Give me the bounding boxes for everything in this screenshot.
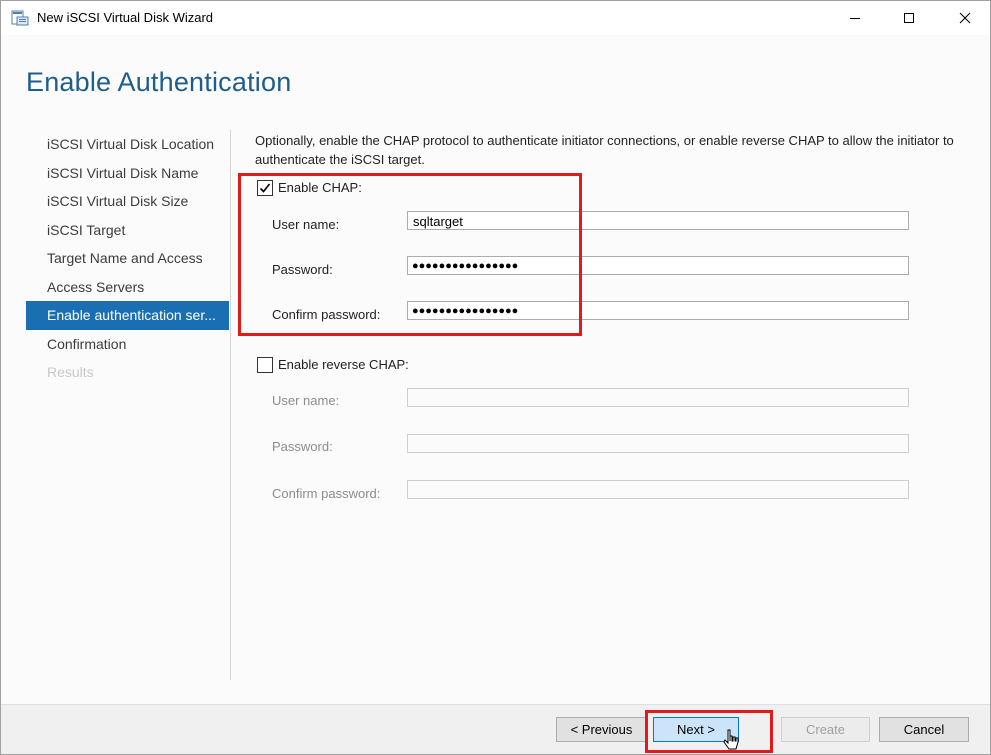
nav-item-enable-authentication[interactable]: Enable authentication ser... xyxy=(26,301,229,330)
reverse-chap-username-label: User name: xyxy=(272,393,340,408)
nav-item-confirmation[interactable]: Confirmation xyxy=(26,330,229,359)
maximize-button[interactable] xyxy=(886,1,932,35)
minimize-button[interactable] xyxy=(832,1,878,35)
mouse-pointer-icon xyxy=(723,729,743,754)
enable-reverse-chap-checkbox[interactable] xyxy=(257,357,273,373)
page-title: Enable Authentication xyxy=(26,67,292,97)
nav-item-target-name-access[interactable]: Target Name and Access xyxy=(26,244,229,273)
minimize-icon xyxy=(850,18,860,19)
nav-item-results: Results xyxy=(47,364,94,380)
reverse-chap-confirm-password-input xyxy=(407,480,909,499)
previous-button[interactable]: < Previous xyxy=(556,717,647,742)
window-title: New iSCSI Virtual Disk Wizard xyxy=(37,10,214,25)
title-bar: New iSCSI Virtual Disk Wizard xyxy=(1,1,990,35)
nav-divider xyxy=(230,130,231,680)
nav-item-access-servers[interactable]: Access Servers xyxy=(26,273,229,302)
close-icon xyxy=(959,12,971,24)
reverse-chap-password-input xyxy=(407,434,909,453)
close-button[interactable] xyxy=(942,1,988,35)
wizard-window-icon xyxy=(11,9,29,27)
nav-item-virtual-disk-location[interactable]: iSCSI Virtual Disk Location xyxy=(26,130,229,159)
next-highlight-box xyxy=(645,710,773,753)
reverse-chap-confirm-password-label: Confirm password: xyxy=(272,486,381,501)
wizard-steps-nav: iSCSI Virtual Disk Location iSCSI Virtua… xyxy=(26,130,229,387)
maximize-icon xyxy=(904,13,914,23)
nav-item-virtual-disk-size[interactable]: iSCSI Virtual Disk Size xyxy=(26,187,229,216)
enable-reverse-chap-label[interactable]: Enable reverse CHAP: xyxy=(278,357,409,372)
nav-item-iscsi-target[interactable]: iSCSI Target xyxy=(26,216,229,245)
wizard-window: New iSCSI Virtual Disk Wizard Enable Aut… xyxy=(0,0,991,755)
nav-item-virtual-disk-name[interactable]: iSCSI Virtual Disk Name xyxy=(26,159,229,188)
create-button: Create xyxy=(781,717,870,742)
cancel-button[interactable]: Cancel xyxy=(879,717,969,742)
page-description: Optionally, enable the CHAP protocol to … xyxy=(255,133,954,167)
reverse-chap-username-input xyxy=(407,388,909,407)
chap-highlight-box xyxy=(238,173,582,336)
wizard-footer: < Previous Next > Create Cancel xyxy=(1,704,990,754)
reverse-chap-password-label: Password: xyxy=(272,439,333,454)
